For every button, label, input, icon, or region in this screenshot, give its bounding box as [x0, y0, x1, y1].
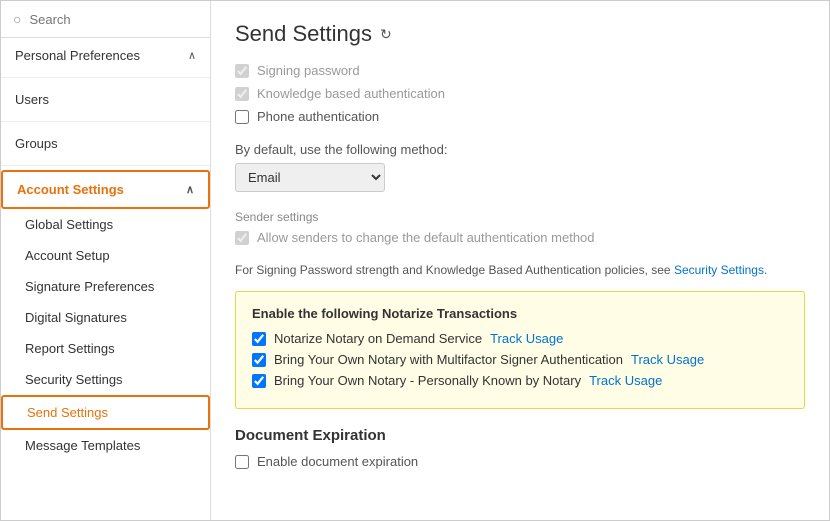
- chevron-up-icon: ∧: [188, 49, 196, 62]
- knowledge-auth-row: Knowledge based authentication: [235, 86, 805, 101]
- knowledge-auth-label: Knowledge based authentication: [257, 86, 445, 101]
- doc-expiration-row: Enable document expiration: [235, 454, 805, 469]
- sidebar-item-groups[interactable]: Groups: [1, 126, 210, 161]
- divider: [1, 121, 210, 122]
- divider: [1, 165, 210, 166]
- sidebar: ○ Personal Preferences ∧ Users Groups Ac…: [1, 1, 211, 520]
- refresh-icon[interactable]: ↻: [380, 26, 392, 43]
- track-usage-link-0[interactable]: Track Usage: [490, 331, 563, 346]
- sidebar-sub-item-digital-signatures[interactable]: Digital Signatures: [1, 302, 210, 333]
- sidebar-sub-item-send-settings[interactable]: Send Settings: [1, 395, 210, 430]
- notarize-demand-checkbox[interactable]: [252, 332, 266, 346]
- sidebar-sub-item-security-settings[interactable]: Security Settings: [1, 364, 210, 395]
- notarize-row-0: Notarize Notary on Demand Service Track …: [252, 331, 788, 346]
- doc-expiration-title: Document Expiration: [235, 427, 805, 444]
- knowledge-auth-checkbox[interactable]: [235, 87, 249, 101]
- phone-auth-label: Phone authentication: [257, 109, 379, 124]
- notarize-demand-label: Notarize Notary on Demand Service: [274, 331, 482, 346]
- security-settings-link[interactable]: Security Settings.: [674, 263, 767, 277]
- sidebar-item-label: Personal Preferences: [15, 48, 140, 63]
- app-container: ○ Personal Preferences ∧ Users Groups Ac…: [0, 0, 830, 521]
- sidebar-sub-item-global-settings[interactable]: Global Settings: [1, 209, 210, 240]
- page-title-area: Send Settings ↻: [235, 21, 805, 47]
- notarize-title: Enable the following Notarize Transactio…: [252, 306, 788, 321]
- auth-checkboxes-section: Signing password Knowledge based authent…: [235, 63, 805, 124]
- chevron-up-icon: ∧: [186, 183, 194, 196]
- notarize-row-1: Bring Your Own Notary with Multifactor S…: [252, 352, 788, 367]
- doc-expiration-section: Document Expiration Enable document expi…: [235, 427, 805, 469]
- sidebar-item-label: Groups: [15, 136, 58, 151]
- track-usage-link-1[interactable]: Track Usage: [631, 352, 704, 367]
- notarize-personally-known-checkbox[interactable]: [252, 374, 266, 388]
- default-method-label: By default, use the following method:: [235, 142, 805, 157]
- phone-auth-checkbox[interactable]: [235, 110, 249, 124]
- search-bar[interactable]: ○: [1, 1, 210, 38]
- notarize-personally-known-label: Bring Your Own Notary - Personally Known…: [274, 373, 581, 388]
- sidebar-item-personal-preferences[interactable]: Personal Preferences ∧: [1, 38, 210, 73]
- sender-settings-checkbox-label: Allow senders to change the default auth…: [257, 230, 595, 245]
- security-note: For Signing Password strength and Knowle…: [235, 263, 805, 277]
- doc-expiration-label: Enable document expiration: [257, 454, 418, 469]
- signing-password-label: Signing password: [257, 63, 360, 78]
- sidebar-item-account-settings[interactable]: Account Settings ∧: [1, 170, 210, 209]
- default-method-select[interactable]: Email SMS Phone: [235, 163, 385, 192]
- sidebar-sub-item-account-setup[interactable]: Account Setup: [1, 240, 210, 271]
- sidebar-sub-item-signature-preferences[interactable]: Signature Preferences: [1, 271, 210, 302]
- divider: [1, 77, 210, 78]
- main-content: Send Settings ↻ Signing password Knowled…: [211, 1, 829, 520]
- sender-settings-section: Sender settings Allow senders to change …: [235, 210, 805, 245]
- page-title: Send Settings: [235, 21, 372, 47]
- sender-settings-row: Allow senders to change the default auth…: [235, 230, 805, 245]
- notarize-multifactor-checkbox[interactable]: [252, 353, 266, 367]
- sidebar-item-users[interactable]: Users: [1, 82, 210, 117]
- search-input[interactable]: [29, 12, 198, 27]
- sender-settings-label: Sender settings: [235, 210, 805, 224]
- doc-expiration-checkbox[interactable]: [235, 455, 249, 469]
- default-method-section: By default, use the following method: Em…: [235, 142, 805, 192]
- notarize-multifactor-label: Bring Your Own Notary with Multifactor S…: [274, 352, 623, 367]
- sender-settings-checkbox[interactable]: [235, 231, 249, 245]
- sidebar-sub-item-report-settings[interactable]: Report Settings: [1, 333, 210, 364]
- notarize-row-2: Bring Your Own Notary - Personally Known…: [252, 373, 788, 388]
- sidebar-sub-item-message-templates[interactable]: Message Templates: [1, 430, 210, 461]
- sidebar-item-label: Users: [15, 92, 49, 107]
- signing-password-checkbox[interactable]: [235, 64, 249, 78]
- search-icon: ○: [13, 11, 21, 27]
- notarize-box: Enable the following Notarize Transactio…: [235, 291, 805, 409]
- track-usage-link-2[interactable]: Track Usage: [589, 373, 662, 388]
- phone-auth-row: Phone authentication: [235, 109, 805, 124]
- sidebar-item-label: Account Settings: [17, 182, 124, 197]
- signing-password-row: Signing password: [235, 63, 805, 78]
